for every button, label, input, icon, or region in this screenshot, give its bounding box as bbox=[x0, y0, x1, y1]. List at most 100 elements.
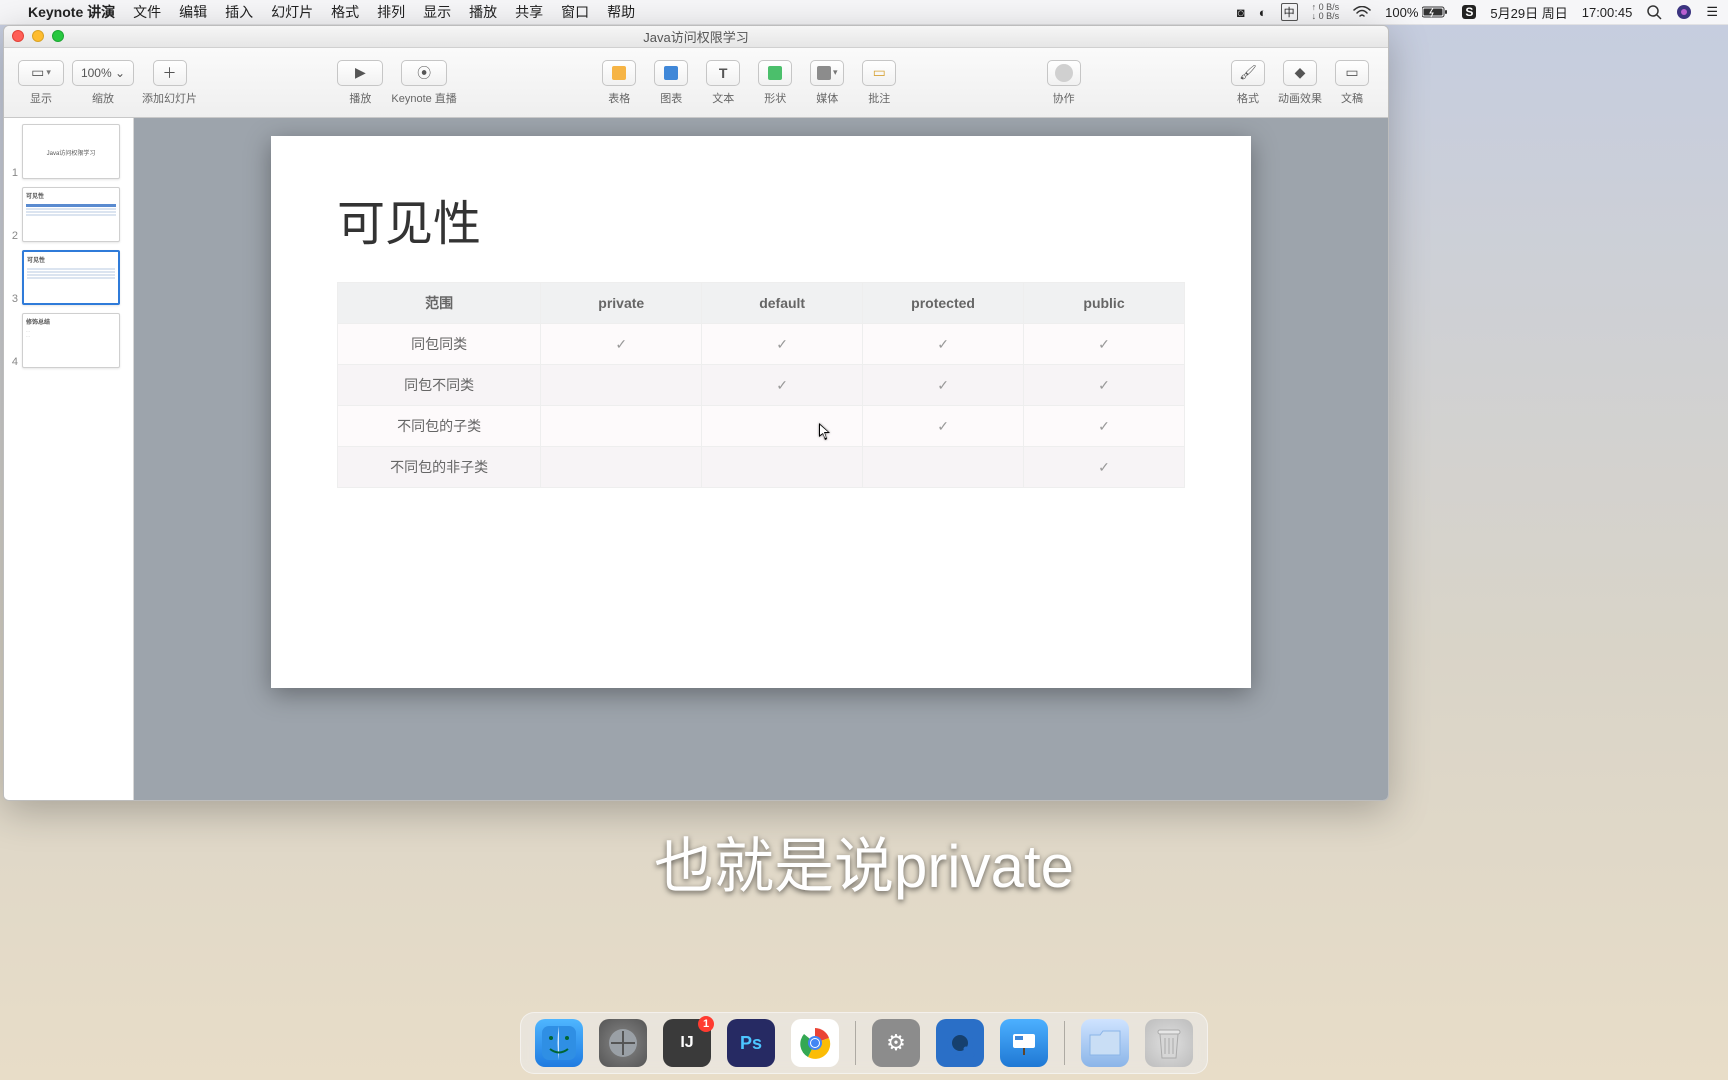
media-button[interactable]: ▾ 媒体 bbox=[805, 60, 849, 106]
menu-help[interactable]: 帮助 bbox=[607, 2, 635, 22]
menu-arrange[interactable]: 排列 bbox=[377, 2, 405, 22]
spotlight-icon[interactable] bbox=[1646, 4, 1662, 20]
dock-launchpad[interactable] bbox=[599, 1019, 647, 1067]
view-button[interactable]: ▭▾ 显示 bbox=[18, 60, 64, 106]
table-header[interactable]: protected bbox=[863, 283, 1024, 324]
macos-menubar: Keynote 讲演 文件 编辑 插入 幻灯片 格式 排列 显示 播放 共享 窗… bbox=[0, 0, 1728, 25]
slide-thumb-3-selected[interactable]: 可见性 bbox=[22, 250, 120, 305]
chart-button[interactable]: 图表 bbox=[649, 60, 693, 106]
slide-number: 4 bbox=[8, 356, 18, 368]
dock-documents-folder[interactable] bbox=[1081, 1019, 1129, 1067]
text-button[interactable]: T 文本 bbox=[701, 60, 745, 106]
cell[interactable]: ✓ bbox=[863, 406, 1024, 447]
window-titlebar[interactable]: Java访问权限学习 bbox=[4, 26, 1388, 48]
cell[interactable]: ✓ bbox=[541, 324, 702, 365]
cell[interactable]: ✓ bbox=[1024, 365, 1185, 406]
slide-thumb-2[interactable]: 可见性 bbox=[22, 187, 120, 242]
menu-edit[interactable]: 编辑 bbox=[179, 2, 207, 22]
menu-format[interactable]: 格式 bbox=[331, 2, 359, 22]
menu-window[interactable]: 窗口 bbox=[561, 2, 589, 22]
notification-center-icon[interactable]: ☰ bbox=[1706, 4, 1718, 20]
cell[interactable]: ✓ bbox=[702, 324, 863, 365]
cell[interactable] bbox=[702, 406, 863, 447]
slide-thumb-4[interactable]: 修饰总结 …… bbox=[22, 313, 120, 368]
menu-share[interactable]: 共享 bbox=[515, 2, 543, 22]
battery-indicator[interactable]: 100% bbox=[1385, 5, 1448, 20]
slide-canvas[interactable]: 可见性 范围privatedefaultprotectedpublic 同包同类… bbox=[134, 118, 1388, 800]
macos-dock: IJ1 Ps ⚙︎ bbox=[520, 1012, 1208, 1074]
play-button[interactable]: ▶ 播放 bbox=[337, 60, 383, 106]
dock-finder[interactable] bbox=[535, 1019, 583, 1067]
document-panel-button[interactable]: ▭ 文稿 bbox=[1330, 60, 1374, 106]
cell[interactable] bbox=[863, 447, 1024, 488]
intellij-badge: 1 bbox=[698, 1016, 714, 1032]
window-title: Java访问权限学习 bbox=[643, 27, 748, 46]
record-icon[interactable]: ◙ bbox=[1237, 5, 1245, 20]
table-row[interactable]: 同包不同类✓✓✓ bbox=[338, 365, 1185, 406]
input-method-icon[interactable]: 中 bbox=[1281, 3, 1298, 21]
menu-view[interactable]: 显示 bbox=[423, 2, 451, 22]
cell[interactable] bbox=[541, 447, 702, 488]
format-panel-button[interactable]: 🖌 格式 bbox=[1226, 60, 1270, 106]
table-button[interactable]: 表格 bbox=[597, 60, 641, 106]
menubar-time[interactable]: 17:00:45 bbox=[1582, 5, 1633, 20]
visibility-table[interactable]: 范围privatedefaultprotectedpublic 同包同类✓✓✓✓… bbox=[337, 282, 1185, 488]
cell[interactable] bbox=[541, 365, 702, 406]
keynote-window: Java访问权限学习 ▭▾ 显示 100% ⌄ 缩放 ＋ 添加幻灯片 ▶ 播放 bbox=[3, 25, 1389, 801]
dock-quicktime[interactable] bbox=[936, 1019, 984, 1067]
slide-number: 3 bbox=[8, 293, 18, 305]
cell[interactable]: ✓ bbox=[863, 365, 1024, 406]
menu-slides[interactable]: 幻灯片 bbox=[271, 2, 313, 22]
app-name[interactable]: Keynote 讲演 bbox=[28, 2, 115, 22]
shape-button[interactable]: 形状 bbox=[753, 60, 797, 106]
dock-intellij[interactable]: IJ1 bbox=[663, 1019, 711, 1067]
table-row[interactable]: 不同包的非子类 ✓ bbox=[338, 447, 1185, 488]
cell[interactable]: ✓ bbox=[1024, 324, 1185, 365]
table-header[interactable]: private bbox=[541, 283, 702, 324]
slide-title[interactable]: 可见性 bbox=[337, 184, 1185, 254]
table-header[interactable]: public bbox=[1024, 283, 1185, 324]
table-header[interactable]: 范围 bbox=[338, 283, 541, 324]
dock-photoshop[interactable]: Ps bbox=[727, 1019, 775, 1067]
comment-button[interactable]: ▭ 批注 bbox=[857, 60, 901, 106]
cell[interactable] bbox=[702, 447, 863, 488]
cell[interactable]: ✓ bbox=[1024, 447, 1185, 488]
minimize-button[interactable] bbox=[32, 30, 44, 42]
row-label: 不同包的非子类 bbox=[338, 447, 541, 488]
table-header[interactable]: default bbox=[702, 283, 863, 324]
row-label: 同包同类 bbox=[338, 324, 541, 365]
dock-chrome[interactable] bbox=[791, 1019, 839, 1067]
dock-separator bbox=[855, 1021, 856, 1065]
slide-thumb-1[interactable]: Java访问权限学习 bbox=[22, 124, 120, 179]
menu-file[interactable]: 文件 bbox=[133, 2, 161, 22]
dock-separator bbox=[1064, 1021, 1065, 1065]
collaborate-button[interactable]: 协作 bbox=[1042, 60, 1086, 106]
table-row[interactable]: 同包同类✓✓✓✓ bbox=[338, 324, 1185, 365]
menu-insert[interactable]: 插入 bbox=[225, 2, 253, 22]
menu-play[interactable]: 播放 bbox=[469, 2, 497, 22]
dock-keynote[interactable] bbox=[1000, 1019, 1048, 1067]
fullscreen-button[interactable] bbox=[52, 30, 64, 42]
sogou-icon[interactable]: S bbox=[1462, 5, 1476, 19]
focus-icon[interactable]: ◐ bbox=[1259, 5, 1267, 20]
menubar-date[interactable]: 5月29日 周日 bbox=[1490, 3, 1567, 22]
network-speed: ↑ 0 B/s ↓ 0 B/s bbox=[1312, 3, 1340, 21]
close-button[interactable] bbox=[12, 30, 24, 42]
slide-navigator[interactable]: 1 Java访问权限学习 2 可见性 3 可见性 4 修饰 bbox=[4, 118, 134, 800]
cell[interactable]: ✓ bbox=[1024, 406, 1185, 447]
zoom-selector[interactable]: 100% ⌄ 缩放 bbox=[72, 60, 134, 106]
cell[interactable]: ✓ bbox=[863, 324, 1024, 365]
animate-panel-button[interactable]: ◆ 动画效果 bbox=[1278, 60, 1322, 106]
slide-content[interactable]: 可见性 范围privatedefaultprotectedpublic 同包同类… bbox=[271, 136, 1251, 688]
dock-system-preferences[interactable]: ⚙︎ bbox=[872, 1019, 920, 1067]
add-slide-button[interactable]: ＋ 添加幻灯片 bbox=[142, 60, 197, 106]
slide-number: 1 bbox=[8, 167, 18, 179]
siri-icon[interactable] bbox=[1676, 4, 1692, 20]
table-row[interactable]: 不同包的子类✓✓ bbox=[338, 406, 1185, 447]
wifi-icon[interactable] bbox=[1353, 6, 1371, 18]
dock-trash[interactable] bbox=[1145, 1019, 1193, 1067]
cell[interactable] bbox=[541, 406, 702, 447]
keynote-live-button[interactable]: ⦿ Keynote 直播 bbox=[391, 60, 456, 106]
keynote-toolbar: ▭▾ 显示 100% ⌄ 缩放 ＋ 添加幻灯片 ▶ 播放 ⦿ Keynote 直… bbox=[4, 48, 1388, 118]
cell[interactable]: ✓ bbox=[702, 365, 863, 406]
